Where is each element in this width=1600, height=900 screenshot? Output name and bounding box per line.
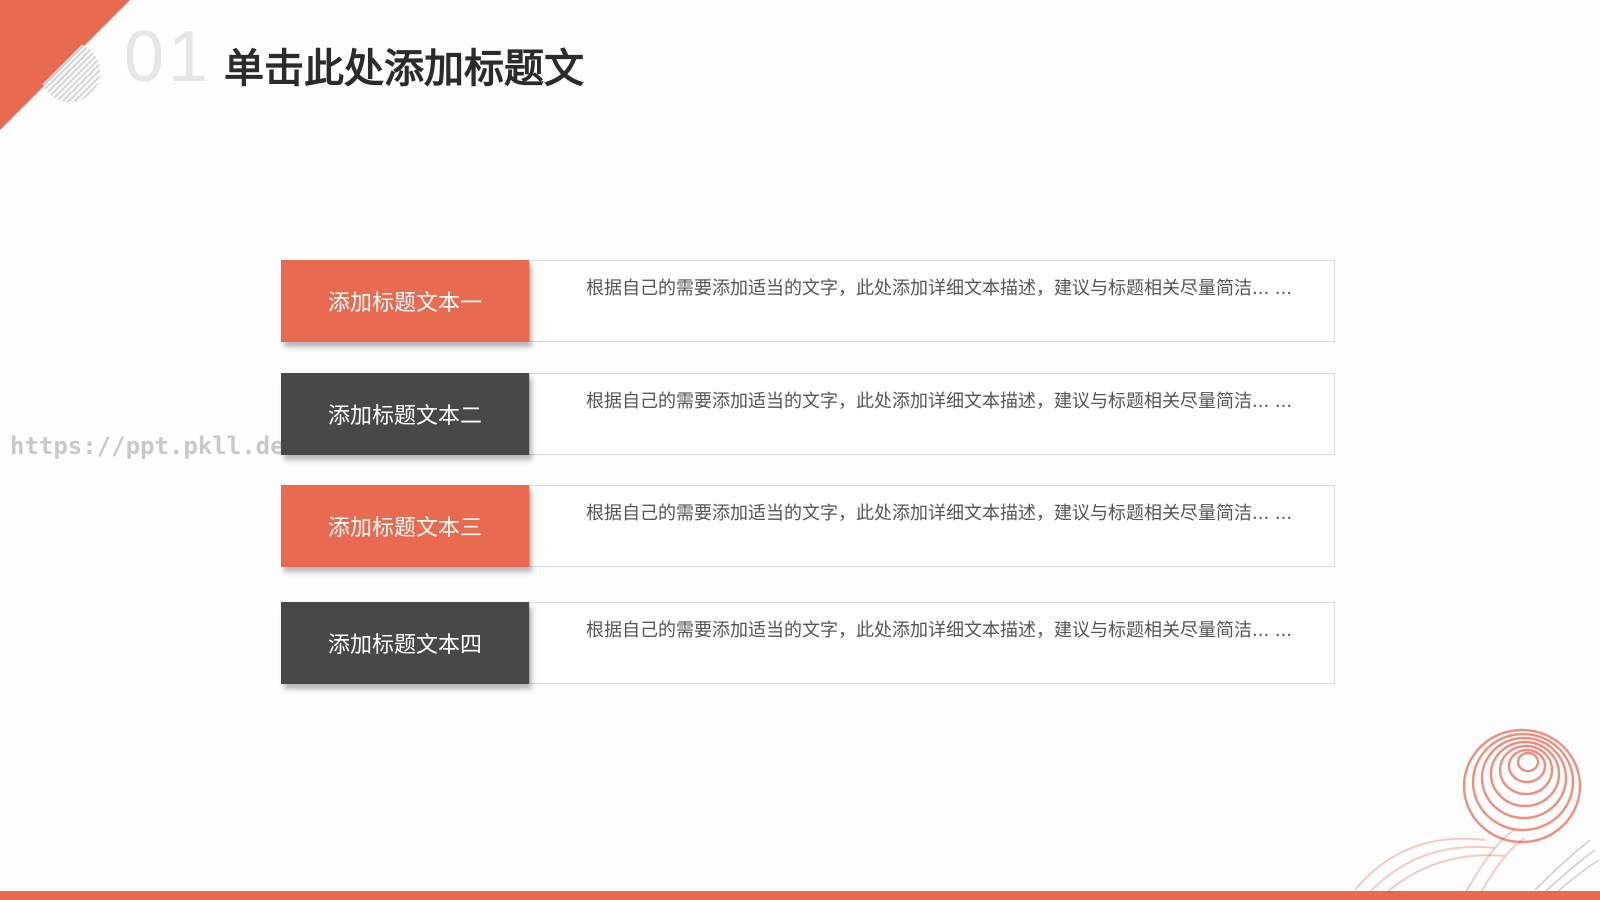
content-row: 添加标题文本二 根据自己的需要添加适当的文字，此处添加详细文本描述，建议与标题相… bbox=[281, 373, 1335, 455]
row-title-box[interactable]: 添加标题文本四 bbox=[281, 602, 529, 684]
slide-number: 01 bbox=[124, 17, 213, 97]
row-title-box[interactable]: 添加标题文本一 bbox=[281, 260, 529, 342]
row-title-box[interactable]: 添加标题文本二 bbox=[281, 373, 529, 455]
row-card bbox=[529, 373, 1335, 455]
content-row: 添加标题文本四 根据自己的需要添加适当的文字，此处添加详细文本描述，建议与标题相… bbox=[281, 602, 1335, 684]
row-description[interactable]: 根据自己的需要添加适当的文字，此处添加详细文本描述，建议与标题相关尽量简洁...… bbox=[586, 277, 1306, 301]
row-title-box[interactable]: 添加标题文本三 bbox=[281, 485, 529, 567]
watermark-url: https://ppt.pkll.de bbox=[10, 432, 285, 460]
arc-stripes-decoration bbox=[1354, 829, 1600, 895]
row-description[interactable]: 根据自己的需要添加适当的文字，此处添加详细文本描述，建议与标题相关尽量简洁...… bbox=[586, 390, 1306, 414]
content-row: 添加标题文本三 根据自己的需要添加适当的文字，此处添加详细文本描述，建议与标题相… bbox=[281, 485, 1335, 567]
slide-title[interactable]: 单击此处添加标题文 bbox=[224, 36, 584, 94]
row-card bbox=[529, 485, 1335, 567]
row-card bbox=[529, 260, 1335, 342]
row-description[interactable]: 根据自己的需要添加适当的文字，此处添加详细文本描述，建议与标题相关尽量简洁...… bbox=[586, 619, 1306, 643]
striped-circle-decoration bbox=[40, 42, 100, 102]
row-card bbox=[529, 602, 1335, 684]
bottom-accent-bar bbox=[0, 891, 1600, 900]
row-description[interactable]: 根据自己的需要添加适当的文字，此处添加详细文本描述，建议与标题相关尽量简洁...… bbox=[586, 502, 1306, 526]
content-row: 添加标题文本一 根据自己的需要添加适当的文字，此处添加详细文本描述，建议与标题相… bbox=[281, 260, 1335, 342]
